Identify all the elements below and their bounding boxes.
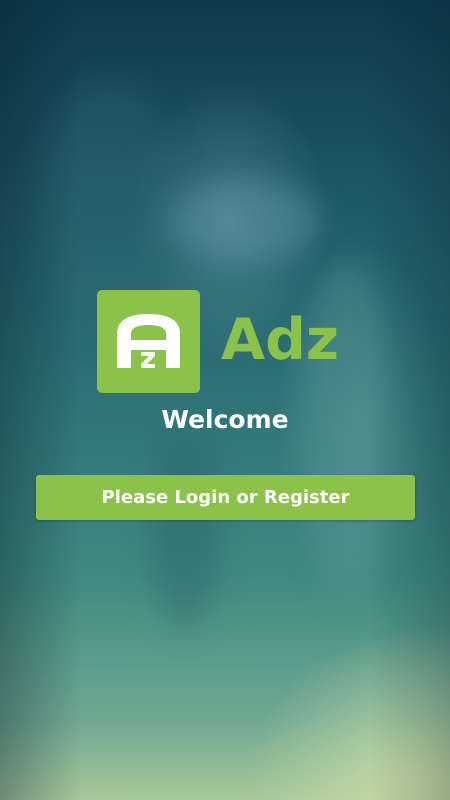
app-name: Adz bbox=[221, 307, 340, 373]
adz-logo-icon bbox=[97, 290, 200, 393]
app-logo: Adz bbox=[97, 290, 357, 394]
welcome-heading: Welcome bbox=[161, 405, 289, 434]
login-register-button[interactable]: Please Login or Register bbox=[36, 475, 415, 520]
logo-monogram-graphic bbox=[117, 314, 180, 368]
